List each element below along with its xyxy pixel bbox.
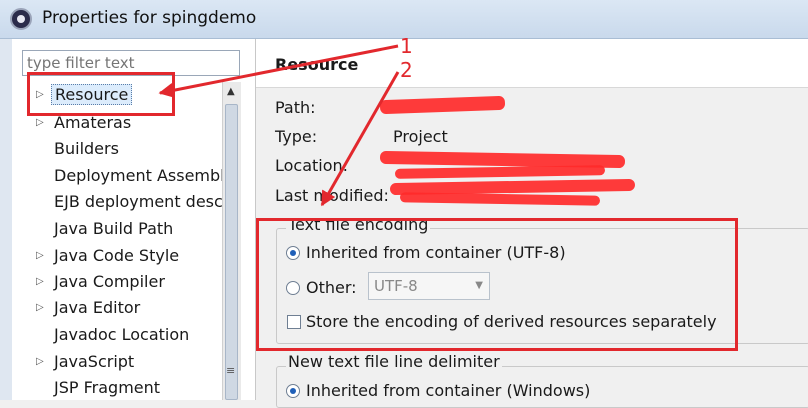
annotation-arrows	[158, 44, 400, 207]
annotation-arrow-1	[158, 44, 399, 98]
annotation-arrow-2	[320, 71, 400, 207]
